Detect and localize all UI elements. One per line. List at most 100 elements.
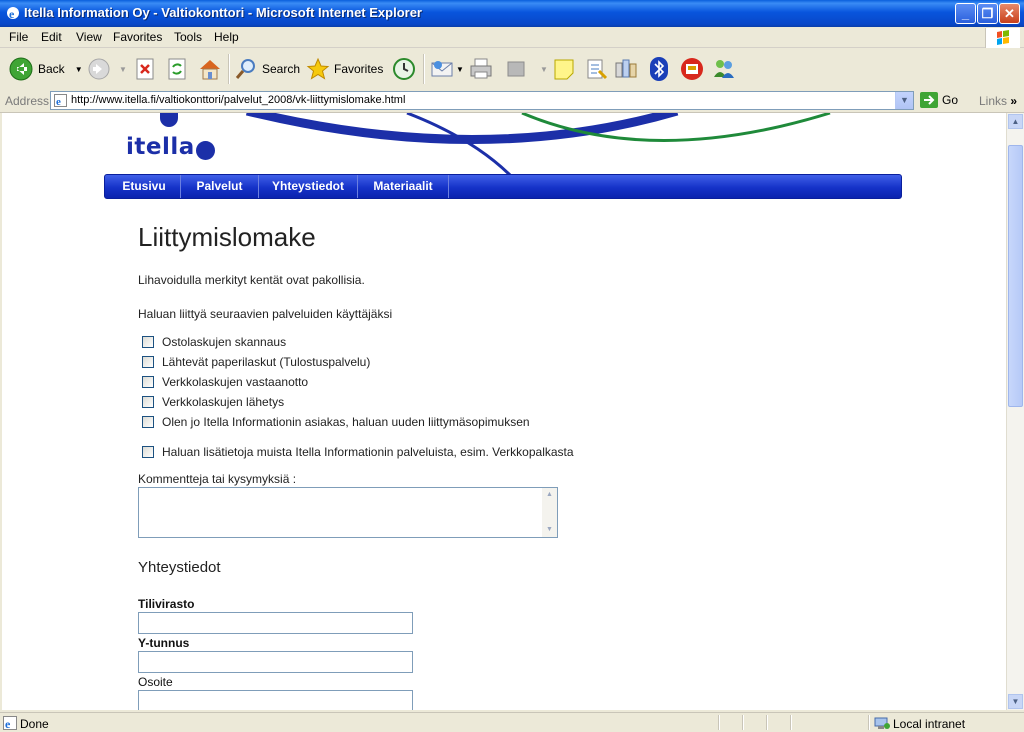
security-zone: Local intranet [893,717,966,731]
menu-view[interactable]: View [76,30,102,44]
messenger-tool-button[interactable] [614,54,638,84]
menu-tools[interactable]: Tools [174,30,202,44]
menu-bar: File Edit View Favorites Tools Help [0,27,1024,48]
svg-text:e: e [5,717,11,730]
service-option[interactable]: Verkkolaskujen vastaanotto [142,375,308,389]
forward-dropdown-icon[interactable]: ▼ [119,65,127,74]
back-arrow-icon [9,57,33,81]
service-option[interactable]: Lähtevät paperilaskut (Tulostuspalvelu) [142,355,370,369]
svg-text:e: e [56,96,61,107]
y-tunnus-input[interactable] [138,651,413,673]
star-icon [306,57,330,80]
page-scrollbar[interactable]: ▲ ▼ [1006,113,1024,710]
contact-heading: Yhteystiedot [138,559,221,576]
scroll-down-icon[interactable]: ▼ [1008,694,1023,709]
go-button[interactable]: Go [920,92,958,108]
close-button[interactable]: ✕ [999,3,1020,24]
research-button[interactable] [585,54,609,84]
checkbox[interactable] [142,356,154,368]
service-option[interactable]: Olen jo Itella Informationin asiakas, ha… [142,415,530,429]
addon-button[interactable] [679,54,705,84]
search-button[interactable]: Search [234,54,300,84]
search-icon [235,59,255,79]
notes-button[interactable] [553,54,575,84]
checkbox[interactable] [142,376,154,388]
stop-icon [136,58,154,80]
mail-dropdown-icon[interactable]: ▼ [456,65,464,74]
svg-text:e: e [9,7,15,21]
edit-icon [507,61,525,77]
toolbar: Back ▼ ▼ Search Favorites ▼ ▼ [0,48,1024,91]
scroll-up-icon[interactable]: ▲ [542,488,557,502]
itella-logo-dot [196,141,215,160]
menu-help[interactable]: Help [214,30,239,44]
edit-dropdown-icon[interactable]: ▼ [540,65,548,74]
stop-button[interactable] [134,54,156,84]
tools-icon [615,59,637,78]
checkbox[interactable] [142,396,154,408]
main-nav: Etusivu Palvelut Yhteystiedot Materiaali… [104,174,902,199]
scroll-thumb[interactable] [1008,145,1023,407]
addon-icon [681,58,703,80]
mail-button[interactable]: ▼ [430,54,464,84]
comments-textarea[interactable]: ▲ ▼ [138,487,558,538]
checkbox[interactable] [142,336,154,348]
back-dropdown-icon[interactable]: ▼ [75,65,83,74]
service-option[interactable]: Verkkolaskujen lähetys [142,395,284,409]
tilivirasto-input[interactable] [138,612,413,634]
checkbox[interactable] [142,446,154,458]
messenger-button[interactable] [711,54,737,84]
favorites-button[interactable]: Favorites [306,54,383,84]
note-icon [554,59,574,80]
page-done-icon: e [3,716,17,730]
bluetooth-icon [650,57,668,81]
checkbox[interactable] [142,416,154,428]
comments-label: Kommentteja tai kysymyksiä : [138,472,297,486]
history-icon [393,58,415,80]
refresh-icon [168,58,186,80]
scroll-down-icon[interactable]: ▼ [542,523,557,537]
menu-file[interactable]: File [9,30,28,44]
field-label-osoite: Osoite [138,675,173,689]
nav-etusivu[interactable]: Etusivu [108,175,181,198]
edit-button[interactable]: ▼ [506,54,548,84]
bluetooth-button[interactable] [648,54,670,84]
address-input[interactable]: e http://www.itella.fi/valtiokonttori/pa… [50,91,914,110]
intranet-zone-icon [874,717,890,729]
textarea-scrollbar[interactable]: ▲ ▼ [542,488,557,537]
ie-icon: e [7,7,19,21]
page-viewport: itella Etusivu Palvelut Yhteystiedot Mat… [2,113,1006,710]
more-info-option[interactable]: Haluan lisätietoja muista Itella Informa… [142,445,574,459]
scroll-up-icon[interactable]: ▲ [1008,114,1023,129]
go-arrow-icon [920,92,938,108]
refresh-button[interactable] [166,54,188,84]
page-title: Liittymislomake [138,222,316,252]
home-button[interactable] [197,54,223,84]
home-icon [200,60,220,80]
nav-materiaalit[interactable]: Materiaalit [358,175,449,198]
nav-palvelut[interactable]: Palvelut [181,175,259,198]
nav-yhteystiedot[interactable]: Yhteystiedot [259,175,358,198]
windows-logo-icon [985,28,1020,48]
page-icon: e [54,94,67,107]
status-text: Done [20,717,49,731]
print-button[interactable] [468,54,494,84]
links-button[interactable]: Links » [979,94,1017,108]
status-bar: e Done Local intranet [0,712,1024,732]
service-option[interactable]: Ostolaskujen skannaus [142,335,286,349]
menu-favorites[interactable]: Favorites [113,30,162,44]
field-label-y-tunnus: Y-tunnus [138,636,190,650]
minimize-button[interactable]: _ [955,3,976,24]
back-button[interactable]: Back ▼ [8,54,83,84]
menu-edit[interactable]: Edit [41,30,62,44]
itella-logo[interactable]: itella [126,134,195,160]
field-label-tilivirasto: Tilivirasto [138,597,195,611]
maximize-button[interactable]: ❐ [977,3,998,24]
address-bar: Address e http://www.itella.fi/valtiokon… [0,90,1024,113]
osoite-input[interactable] [138,690,413,710]
forward-button[interactable]: ▼ [87,54,127,84]
address-dropdown-icon[interactable]: ▼ [895,92,913,109]
window-title: Itella Information Oy - Valtiokonttori -… [24,5,422,20]
mail-icon [431,61,453,77]
history-button[interactable] [391,54,417,84]
